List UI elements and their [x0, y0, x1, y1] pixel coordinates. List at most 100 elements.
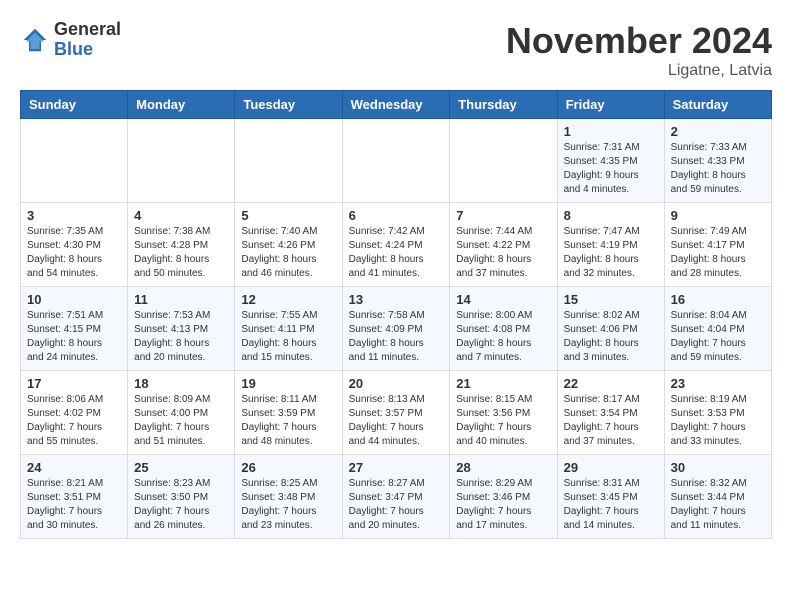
title-block: November 2024 Ligatne, Latvia [506, 20, 772, 80]
day-info: Sunrise: 7:38 AM Sunset: 4:28 PM Dayligh… [134, 225, 228, 281]
day-info: Sunrise: 7:33 AM Sunset: 4:33 PM Dayligh… [671, 141, 765, 197]
day-number: 14 [456, 292, 550, 307]
col-header-wednesday: Wednesday [342, 91, 450, 119]
day-number: 18 [134, 376, 228, 391]
day-info: Sunrise: 7:55 AM Sunset: 4:11 PM Dayligh… [241, 309, 335, 365]
day-info: Sunrise: 8:23 AM Sunset: 3:50 PM Dayligh… [134, 477, 228, 533]
day-number: 22 [564, 376, 658, 391]
logo: General Blue [20, 20, 121, 60]
day-info: Sunrise: 8:21 AM Sunset: 3:51 PM Dayligh… [27, 477, 121, 533]
day-number: 10 [27, 292, 121, 307]
day-number: 21 [456, 376, 550, 391]
day-number: 4 [134, 208, 228, 223]
day-info: Sunrise: 7:47 AM Sunset: 4:19 PM Dayligh… [564, 225, 658, 281]
calendar-cell: 16 Sunrise: 8:04 AM Sunset: 4:04 PM Dayli… [664, 287, 771, 371]
day-number: 25 [134, 460, 228, 475]
day-number: 13 [349, 292, 444, 307]
col-header-sunday: Sunday [21, 91, 128, 119]
calendar-cell: 2Sunrise: 7:33 AM Sunset: 4:33 PM Daylig… [664, 119, 771, 203]
calendar-header-row: SundayMondayTuesdayWednesdayThursdayFrid… [21, 91, 772, 119]
calendar-cell: 10 Sunrise: 7:51 AM Sunset: 4:15 PM Dayli… [21, 287, 128, 371]
calendar-cell: 8 Sunrise: 7:47 AM Sunset: 4:19 PM Daylig… [557, 203, 664, 287]
calendar-cell: 12 Sunrise: 7:55 AM Sunset: 4:11 PM Dayli… [235, 287, 342, 371]
day-info: Sunrise: 8:19 AM Sunset: 3:53 PM Dayligh… [671, 393, 765, 449]
day-info: Sunrise: 8:00 AM Sunset: 4:08 PM Dayligh… [456, 309, 550, 365]
calendar-week-4: 17Sunrise: 8:06 AM Sunset: 4:02 PM Dayli… [21, 371, 772, 455]
day-info: Sunrise: 8:04 AM Sunset: 4:04 PM Dayligh… [671, 309, 765, 365]
day-number: 7 [456, 208, 550, 223]
logo-text: General Blue [54, 20, 121, 60]
day-info: Sunrise: 8:11 AM Sunset: 3:59 PM Dayligh… [241, 393, 335, 449]
calendar-week-3: 10 Sunrise: 7:51 AM Sunset: 4:15 PM Dayli… [21, 287, 772, 371]
day-info: Sunrise: 8:15 AM Sunset: 3:56 PM Dayligh… [456, 393, 550, 449]
day-number: 8 [564, 208, 658, 223]
day-number: 20 [349, 376, 444, 391]
calendar-cell [21, 119, 128, 203]
calendar-week-5: 24 Sunrise: 8:21 AM Sunset: 3:51 PM Dayli… [21, 455, 772, 539]
day-number: 5 [241, 208, 335, 223]
day-info: Sunrise: 8:06 AM Sunset: 4:02 PM Dayligh… [27, 393, 121, 449]
day-info: Sunrise: 7:35 AM Sunset: 4:30 PM Dayligh… [27, 225, 121, 281]
day-number: 24 [27, 460, 121, 475]
calendar-cell: 13 Sunrise: 7:58 AM Sunset: 4:09 PM Dayli… [342, 287, 450, 371]
calendar-cell: 27 Sunrise: 8:27 AM Sunset: 3:47 PM Dayli… [342, 455, 450, 539]
calendar-cell [450, 119, 557, 203]
logo-icon [20, 25, 50, 55]
day-info: Sunrise: 7:49 AM Sunset: 4:17 PM Dayligh… [671, 225, 765, 281]
col-header-saturday: Saturday [664, 91, 771, 119]
calendar-cell: 25 Sunrise: 8:23 AM Sunset: 3:50 PM Dayli… [128, 455, 235, 539]
calendar-cell: 6 Sunrise: 7:42 AM Sunset: 4:24 PM Daylig… [342, 203, 450, 287]
day-number: 26 [241, 460, 335, 475]
calendar-cell: 30 Sunrise: 8:32 AM Sunset: 3:44 PM Dayli… [664, 455, 771, 539]
calendar: SundayMondayTuesdayWednesdayThursdayFrid… [20, 90, 772, 539]
day-info: Sunrise: 8:13 AM Sunset: 3:57 PM Dayligh… [349, 393, 444, 449]
day-info: Sunrise: 8:09 AM Sunset: 4:00 PM Dayligh… [134, 393, 228, 449]
calendar-cell: 3 Sunrise: 7:35 AM Sunset: 4:30 PM Daylig… [21, 203, 128, 287]
day-info: Sunrise: 7:58 AM Sunset: 4:09 PM Dayligh… [349, 309, 444, 365]
day-info: Sunrise: 7:51 AM Sunset: 4:15 PM Dayligh… [27, 309, 121, 365]
month-title: November 2024 [506, 20, 772, 62]
day-info: Sunrise: 8:27 AM Sunset: 3:47 PM Dayligh… [349, 477, 444, 533]
calendar-cell: 9 Sunrise: 7:49 AM Sunset: 4:17 PM Daylig… [664, 203, 771, 287]
calendar-cell: 18 Sunrise: 8:09 AM Sunset: 4:00 PM Dayli… [128, 371, 235, 455]
calendar-cell: 5 Sunrise: 7:40 AM Sunset: 4:26 PM Daylig… [235, 203, 342, 287]
day-number: 19 [241, 376, 335, 391]
calendar-cell: 19 Sunrise: 8:11 AM Sunset: 3:59 PM Dayli… [235, 371, 342, 455]
calendar-cell: 21 Sunrise: 8:15 AM Sunset: 3:56 PM Dayli… [450, 371, 557, 455]
calendar-cell [128, 119, 235, 203]
calendar-cell: 4 Sunrise: 7:38 AM Sunset: 4:28 PM Daylig… [128, 203, 235, 287]
calendar-cell: 15Sunrise: 8:02 AM Sunset: 4:06 PM Dayli… [557, 287, 664, 371]
calendar-cell: 11Sunrise: 7:53 AM Sunset: 4:13 PM Dayli… [128, 287, 235, 371]
calendar-cell: 23Sunrise: 8:19 AM Sunset: 3:53 PM Dayli… [664, 371, 771, 455]
location: Ligatne, Latvia [506, 62, 772, 80]
day-number: 1 [564, 124, 658, 139]
calendar-cell [235, 119, 342, 203]
calendar-cell: 7 Sunrise: 7:44 AM Sunset: 4:22 PM Daylig… [450, 203, 557, 287]
day-info: Sunrise: 8:32 AM Sunset: 3:44 PM Dayligh… [671, 477, 765, 533]
day-number: 12 [241, 292, 335, 307]
day-info: Sunrise: 7:31 AM Sunset: 4:35 PM Dayligh… [564, 141, 658, 197]
day-info: Sunrise: 8:02 AM Sunset: 4:06 PM Dayligh… [564, 309, 658, 365]
day-number: 30 [671, 460, 765, 475]
day-info: Sunrise: 7:44 AM Sunset: 4:22 PM Dayligh… [456, 225, 550, 281]
day-number: 16 [671, 292, 765, 307]
day-info: Sunrise: 7:42 AM Sunset: 4:24 PM Dayligh… [349, 225, 444, 281]
day-number: 6 [349, 208, 444, 223]
calendar-week-2: 3 Sunrise: 7:35 AM Sunset: 4:30 PM Daylig… [21, 203, 772, 287]
calendar-cell: 14 Sunrise: 8:00 AM Sunset: 4:08 PM Dayli… [450, 287, 557, 371]
day-number: 27 [349, 460, 444, 475]
col-header-monday: Monday [128, 91, 235, 119]
day-number: 11 [134, 292, 228, 307]
calendar-cell [342, 119, 450, 203]
calendar-cell: 17Sunrise: 8:06 AM Sunset: 4:02 PM Dayli… [21, 371, 128, 455]
calendar-cell: 22 Sunrise: 8:17 AM Sunset: 3:54 PM Dayli… [557, 371, 664, 455]
day-info: Sunrise: 8:17 AM Sunset: 3:54 PM Dayligh… [564, 393, 658, 449]
day-info: Sunrise: 8:25 AM Sunset: 3:48 PM Dayligh… [241, 477, 335, 533]
calendar-cell: 28Sunrise: 8:29 AM Sunset: 3:46 PM Dayli… [450, 455, 557, 539]
day-info: Sunrise: 7:40 AM Sunset: 4:26 PM Dayligh… [241, 225, 335, 281]
day-number: 9 [671, 208, 765, 223]
calendar-cell: 1 Sunrise: 7:31 AM Sunset: 4:35 PM Daylig… [557, 119, 664, 203]
calendar-cell: 20 Sunrise: 8:13 AM Sunset: 3:57 PM Dayli… [342, 371, 450, 455]
day-number: 3 [27, 208, 121, 223]
calendar-cell: 29Sunrise: 8:31 AM Sunset: 3:45 PM Dayli… [557, 455, 664, 539]
